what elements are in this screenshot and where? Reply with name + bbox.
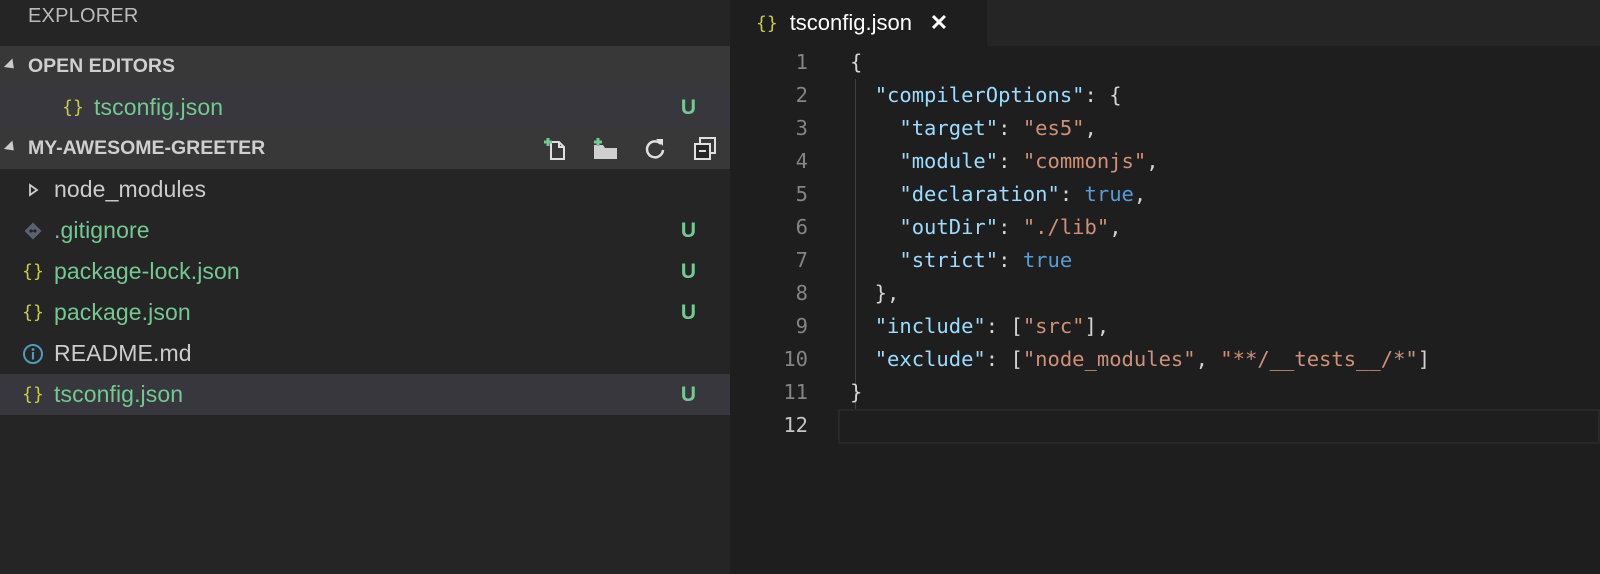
- untracked-badge: U: [680, 300, 696, 324]
- json-file-icon: {}: [22, 261, 44, 282]
- tree-item-package-lock[interactable]: {} package-lock.json U: [0, 251, 730, 292]
- line-text: "outDir": "./lib",: [899, 215, 1122, 239]
- line-number: 9: [795, 314, 808, 338]
- tree-item-node-modules[interactable]: node_modules: [0, 169, 730, 210]
- line-text: "module": "commonjs",: [899, 149, 1159, 173]
- line-number: 1: [795, 50, 808, 74]
- tree-item-label: .gitignore: [54, 217, 150, 243]
- line-number: 10: [783, 347, 808, 371]
- open-editor-item[interactable]: {} tsconfig.json U: [0, 87, 730, 128]
- line-text: "compilerOptions": {: [874, 83, 1122, 107]
- tab-bar: {} tsconfig.json ✕: [730, 0, 1600, 46]
- open-editor-label: tsconfig.json: [94, 94, 224, 120]
- chevron-down-icon: [3, 140, 19, 155]
- code-editor[interactable]: 1{2 "compilerOptions": {3 "target": "es5…: [730, 46, 1600, 444]
- tree-item-label: node_modules: [54, 176, 207, 202]
- new-folder-icon[interactable]: [590, 134, 620, 164]
- line-text: "declaration": true,: [899, 182, 1147, 206]
- code-line[interactable]: 9 "include": ["src"],: [730, 310, 1600, 343]
- refresh-icon[interactable]: [640, 134, 670, 164]
- tree-item-label: package.json: [54, 299, 191, 325]
- line-number: 6: [795, 215, 808, 239]
- tree-item-gitignore[interactable]: .gitignore U: [0, 210, 730, 251]
- json-file-icon: {}: [22, 302, 44, 323]
- json-file-icon: {}: [22, 384, 44, 405]
- current-line-highlight: [838, 409, 1600, 444]
- collapse-all-icon[interactable]: [690, 134, 720, 164]
- line-text: },: [850, 281, 900, 305]
- explorer-sidebar: EXPLORER OPEN EDITORS {} tsconfig.json U…: [0, 0, 730, 574]
- line-number: 11: [783, 380, 808, 404]
- tree-item-label: README.md: [54, 340, 192, 366]
- tree-item-package-json[interactable]: {} package.json U: [0, 292, 730, 333]
- code-line[interactable]: 1{: [730, 46, 1600, 79]
- code-line[interactable]: 10 "exclude": ["node_modules", "**/__tes…: [730, 343, 1600, 376]
- tab-label: tsconfig.json: [789, 10, 912, 35]
- line-number: 2: [795, 83, 808, 107]
- line-number: 8: [795, 281, 808, 305]
- line-number: 7: [795, 248, 808, 272]
- untracked-badge: U: [680, 259, 696, 283]
- json-file-icon: {}: [756, 12, 778, 34]
- line-text: "include": ["src"],: [874, 314, 1110, 338]
- code-line[interactable]: 2 "compilerOptions": {: [730, 79, 1600, 112]
- explorer-title: EXPLORER: [28, 5, 139, 27]
- open-editors-title: OPEN EDITORS: [28, 55, 176, 77]
- line-text: {: [850, 50, 863, 74]
- line-number: 3: [795, 116, 808, 140]
- tree-item-tsconfig[interactable]: {} tsconfig.json U: [0, 374, 730, 415]
- tree-item-label: tsconfig.json: [54, 381, 184, 407]
- code-line[interactable]: 6 "outDir": "./lib",: [730, 211, 1600, 244]
- line-number: 5: [795, 182, 808, 206]
- untracked-badge: U: [680, 95, 696, 119]
- json-file-icon: {}: [62, 97, 84, 118]
- line-number: 12: [783, 413, 808, 437]
- close-icon[interactable]: ✕: [928, 10, 950, 35]
- editor-area: {} tsconfig.json ✕ 1{2 "compilerOptions"…: [730, 0, 1600, 574]
- line-text: }: [850, 380, 863, 404]
- untracked-badge: U: [680, 382, 696, 406]
- project-header[interactable]: MY-AWESOME-GREETER: [0, 128, 730, 169]
- chevron-down-icon: [3, 58, 19, 73]
- project-actions: [540, 128, 720, 169]
- vscode-window: EXPLORER OPEN EDITORS {} tsconfig.json U…: [0, 0, 1600, 574]
- new-file-icon[interactable]: [540, 134, 570, 164]
- code-line[interactable]: 7 "strict": true: [730, 244, 1600, 277]
- code-line[interactable]: 11}: [730, 376, 1600, 409]
- tree-item-label: package-lock.json: [54, 258, 240, 284]
- code-line[interactable]: 12: [730, 409, 1600, 444]
- line-text: "exclude": ["node_modules", "**/__tests_…: [874, 347, 1431, 371]
- open-editors-header[interactable]: OPEN EDITORS: [0, 46, 730, 87]
- code-line[interactable]: 4 "module": "commonjs",: [730, 145, 1600, 178]
- untracked-badge: U: [680, 218, 696, 242]
- info-icon: [20, 343, 46, 365]
- line-number: 4: [795, 149, 808, 173]
- line-text: "target": "es5",: [899, 116, 1097, 140]
- code-line[interactable]: 3 "target": "es5",: [730, 112, 1600, 145]
- code-line[interactable]: 5 "declaration": true,: [730, 178, 1600, 211]
- tab-tsconfig[interactable]: {} tsconfig.json ✕: [730, 0, 987, 46]
- git-icon: [20, 221, 46, 241]
- tree-item-readme[interactable]: README.md: [0, 333, 730, 374]
- project-title: MY-AWESOME-GREETER: [28, 137, 266, 159]
- line-text: "strict": true: [899, 248, 1073, 272]
- code-line[interactable]: 8 },: [730, 277, 1600, 310]
- chevron-right-icon: [20, 182, 46, 197]
